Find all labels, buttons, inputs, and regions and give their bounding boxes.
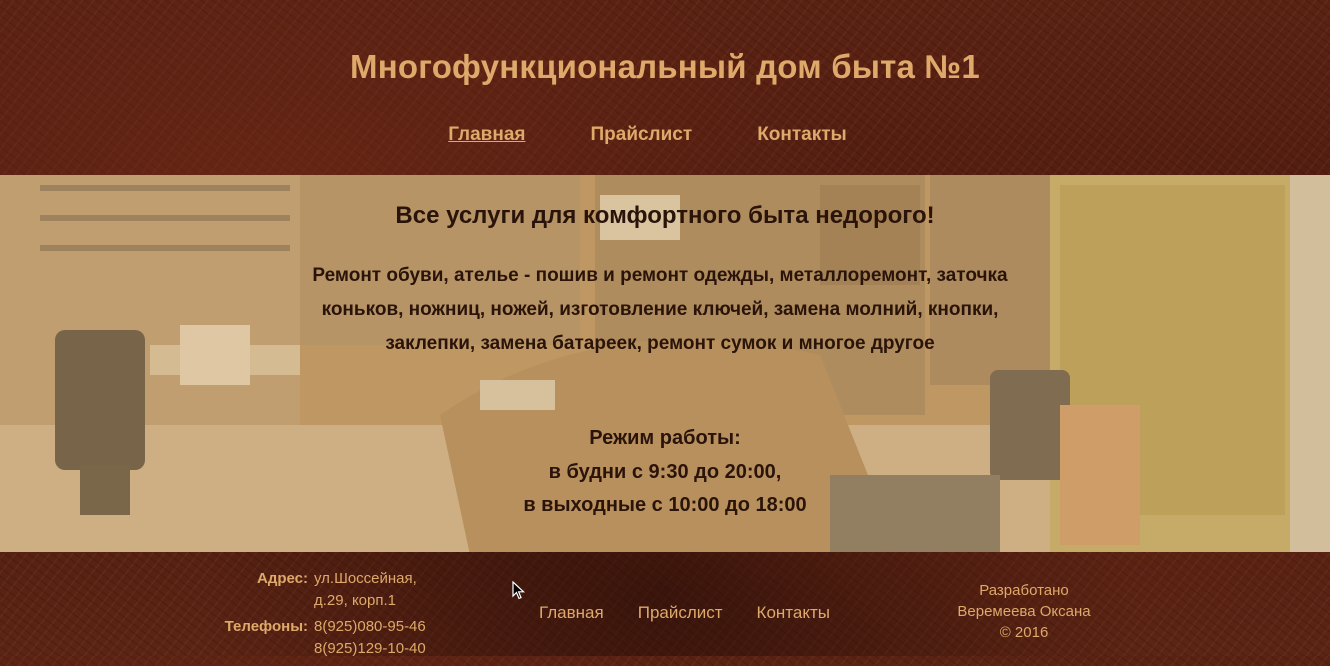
phones-value: 8(925)080-95-46 8(925)129-10-40 <box>314 616 444 660</box>
credits-author: Веремеева Оксана <box>957 603 1091 620</box>
phones-row: Телефоны: 8(925)080-95-46 8(925)129-10-4… <box>200 618 444 660</box>
footer-pricelist-link[interactable]: Прайслист <box>638 603 723 623</box>
address-value: ул.Шоссейная, д.29, корп.1 <box>314 570 417 609</box>
nav-home-link[interactable]: Главная <box>448 124 525 146</box>
working-hours-weekdays: в будни с 9:30 до 20:00, <box>548 461 782 483</box>
footer-nav: Главная Прайслист Контакты <box>539 603 830 623</box>
footer-home-link[interactable]: Главная <box>539 603 604 623</box>
credits-line-1: Разработано <box>979 582 1069 599</box>
phones-label: Телефоны: <box>224 618 308 635</box>
address-label: Адрес: <box>257 570 308 587</box>
phone-2: 8(925)129-10-40 <box>314 640 426 657</box>
credits-year: © 2016 <box>999 624 1049 641</box>
nav-pricelist-link[interactable]: Прайслист <box>590 124 692 146</box>
footer-credits: Разработано Веремеева Оксана © 2016 <box>940 580 1108 643</box>
address-row: Адрес: ул.Шоссейная, д.29, корп.1 <box>200 570 444 612</box>
main-nav: Главная Прайслист Контакты <box>0 124 1330 146</box>
services-description: Ремонт обуви, ателье - пошив и ремонт од… <box>312 265 1008 354</box>
working-hours-weekends: в выходные с 10:00 до 18:00 <box>523 494 807 516</box>
footer-contacts-link[interactable]: Контакты <box>757 603 830 623</box>
working-hours-title: Режим работы: <box>589 427 741 449</box>
site-title: Многофункциональный дом быта №1 <box>350 48 980 85</box>
footer-contacts: Адрес: ул.Шоссейная, д.29, корп.1 Телефо… <box>200 570 444 666</box>
hero-banner: Все услуги для комфортного быта недорого… <box>0 175 1330 552</box>
hero-heading: Все услуги для комфортного быта недорого… <box>395 202 935 229</box>
nav-contacts-link[interactable]: Контакты <box>757 124 847 146</box>
mouse-cursor-icon <box>512 581 526 600</box>
phone-1: 8(925)080-95-46 <box>314 618 426 635</box>
